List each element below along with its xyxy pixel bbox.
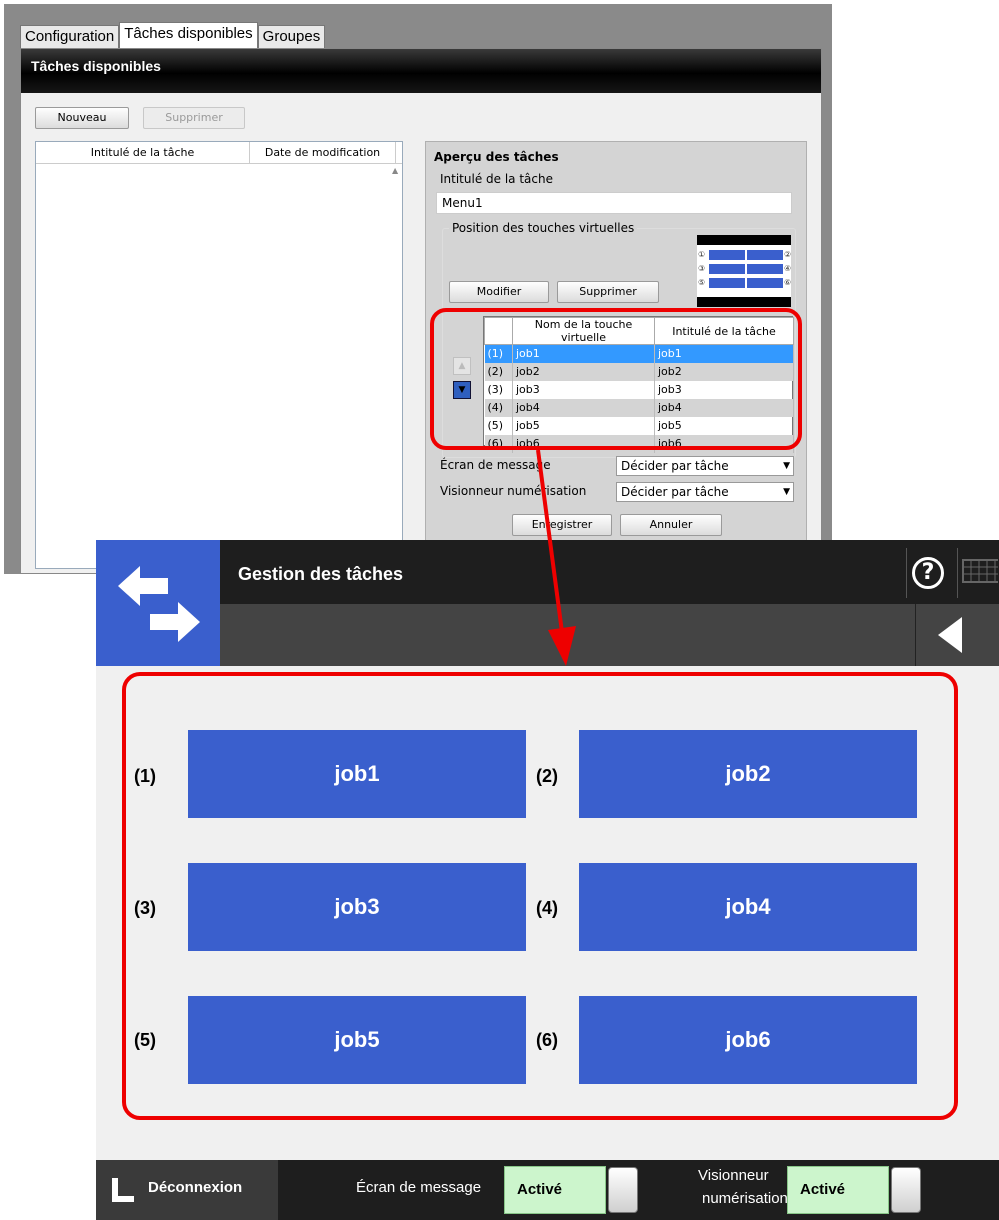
connector-arrow-icon — [536, 449, 576, 666]
